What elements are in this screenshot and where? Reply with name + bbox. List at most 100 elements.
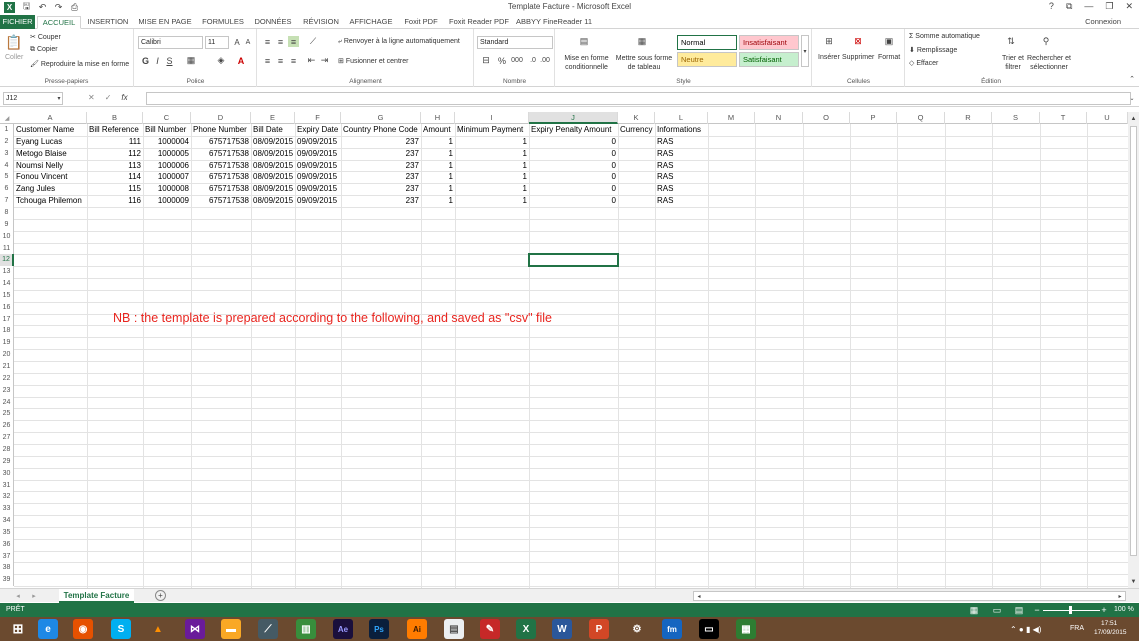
table-cell[interactable]: RAS (655, 148, 708, 160)
row-header-38[interactable]: 38 (0, 562, 14, 575)
column-header-q[interactable]: Q (897, 112, 945, 124)
table-cell[interactable]: 09/09/2015 (295, 183, 341, 195)
app-icon[interactable]: ⟋ (258, 619, 278, 639)
table-cell[interactable]: RAS (655, 136, 708, 148)
autosum-button[interactable]: Σ Somme automatique (909, 33, 980, 40)
row-header-22[interactable]: 22 (0, 372, 14, 385)
header-cell[interactable]: Customer Name (14, 124, 87, 136)
after-effects-icon[interactable]: Ae (333, 619, 353, 639)
column-header-h[interactable]: H (421, 112, 455, 124)
column-header-m[interactable]: M (708, 112, 755, 124)
cancel-icon[interactable]: ✕ (88, 93, 95, 102)
table-cell[interactable]: Tchouga Philemon (14, 195, 87, 207)
clock-date[interactable]: 17/09/2015 (1094, 629, 1127, 636)
row-header-3[interactable]: 3 (0, 147, 14, 160)
table-cell[interactable]: 0 (529, 160, 618, 172)
style-bad[interactable]: Insatisfaisant (739, 35, 799, 50)
paste-button[interactable]: Coller (5, 54, 23, 61)
table-cell[interactable]: 675717538 (191, 148, 251, 160)
insert-function-button[interactable]: fx (121, 93, 127, 102)
column-header-n[interactable]: N (755, 112, 803, 124)
row-header-37[interactable]: 37 (0, 550, 14, 563)
row-header-17[interactable]: 17 (0, 313, 14, 326)
maximize-button[interactable]: ❐ (1105, 1, 1113, 12)
vertical-scrollbar[interactable]: ▲ ▼ (1128, 112, 1139, 588)
tab-home[interactable]: ACCUEIL (37, 16, 81, 29)
style-good[interactable]: Satisfaisant (739, 52, 799, 67)
font-name-select[interactable]: Calibri (138, 36, 203, 49)
tray-icons[interactable]: ⌃ ● ▮ ◀) (1010, 625, 1041, 634)
row-header-19[interactable]: 19 (0, 337, 14, 350)
decrease-decimal-icon[interactable]: .00 (540, 55, 550, 66)
row-header-25[interactable]: 25 (0, 408, 14, 421)
clear-button[interactable]: ◇ Effacer (909, 59, 938, 67)
format-as-table-button[interactable]: Mettre sous forme de tableau (614, 54, 674, 72)
underline-button[interactable]: S (165, 55, 174, 66)
table-cell[interactable]: 675717538 (191, 183, 251, 195)
close-button[interactable]: ✕ (1125, 1, 1133, 12)
table-cell[interactable]: 1 (421, 148, 455, 160)
table-cell[interactable]: 237 (341, 148, 421, 160)
ribbon-display-button[interactable]: ⧉ (1066, 1, 1072, 12)
header-cell[interactable]: Phone Number (191, 124, 251, 136)
table-cell[interactable]: 1000007 (143, 171, 191, 183)
table-cell[interactable]: 08/09/2015 (251, 195, 295, 207)
row-header-9[interactable]: 9 (0, 218, 14, 231)
number-format-select[interactable]: Standard (477, 36, 553, 49)
app2-icon[interactable]: ⚙ (627, 619, 647, 639)
powerpoint-icon[interactable]: P (589, 619, 609, 639)
table-cell[interactable]: 08/09/2015 (251, 136, 295, 148)
table-cell[interactable]: 0 (529, 148, 618, 160)
paint-icon[interactable]: ✎ (480, 619, 500, 639)
header-cell[interactable]: Bill Number (143, 124, 191, 136)
table-cell[interactable]: 0 (529, 171, 618, 183)
increase-decimal-icon[interactable]: .0 (528, 55, 538, 66)
row-header-26[interactable]: 26 (0, 420, 14, 433)
table-cell[interactable]: RAS (655, 160, 708, 172)
table-cell[interactable]: 09/09/2015 (295, 136, 341, 148)
file-explorer-icon[interactable]: ▬ (221, 619, 241, 639)
table-cell[interactable]: RAS (655, 195, 708, 207)
format-table-icon[interactable]: ▦ (634, 33, 650, 49)
align-right-icon[interactable]: ≡ (288, 55, 299, 66)
header-cell[interactable]: Minimum Payment (455, 124, 529, 136)
styles-more-icon[interactable]: ▾ (801, 35, 809, 67)
column-header-k[interactable]: K (618, 112, 655, 124)
table-cell[interactable]: 1 (421, 195, 455, 207)
clock-time[interactable]: 17:51 (1101, 620, 1117, 627)
tab-formulas[interactable]: FORMULES (198, 16, 248, 29)
row-header-7[interactable]: 7 (0, 195, 14, 208)
table-cell[interactable]: 0 (529, 195, 618, 207)
app3-icon[interactable]: ▦ (736, 619, 756, 639)
table-cell[interactable]: 08/09/2015 (251, 160, 295, 172)
align-center-icon[interactable]: ≡ (275, 55, 286, 66)
spreadsheet-grid[interactable]: ABCDEFGHIJKLMNOPQRSTU 1 2 3 4 5 6 7 8 9 10 11 12 13 1… (0, 112, 1139, 588)
table-cell[interactable]: 1 (455, 171, 529, 183)
cut-button[interactable]: ✂ Couper (30, 33, 61, 41)
table-cell[interactable]: 1 (455, 136, 529, 148)
table-cell[interactable]: 1 (421, 183, 455, 195)
visual-studio-icon[interactable]: ⋈ (185, 619, 205, 639)
table-cell[interactable]: 115 (87, 183, 143, 195)
orientation-icon[interactable]: ⟋ (306, 36, 320, 47)
tab-foxit-reader-pdf[interactable]: Foxit Reader PDF (446, 16, 512, 29)
insert-cells-icon[interactable]: ⊞ (821, 33, 837, 49)
column-header-i[interactable]: I (455, 112, 529, 124)
table-cell[interactable]: 09/09/2015 (295, 148, 341, 160)
table-cell[interactable]: 1 (455, 160, 529, 172)
table-cell[interactable]: 113 (87, 160, 143, 172)
italic-button[interactable]: I (153, 55, 162, 66)
row-header-39[interactable]: 39 (0, 574, 14, 587)
help-button[interactable]: ? (1049, 1, 1054, 12)
table-cell[interactable]: 0 (529, 183, 618, 195)
table-cell[interactable]: 1 (455, 183, 529, 195)
table-cell[interactable]: 111 (87, 136, 143, 148)
align-bottom-icon[interactable]: ≡ (288, 36, 299, 47)
shrink-font-icon[interactable]: A (243, 37, 253, 48)
tab-review[interactable]: RÉVISION (298, 16, 344, 29)
table-cell[interactable]: 09/09/2015 (295, 171, 341, 183)
language-indicator[interactable]: FRA (1070, 625, 1084, 632)
column-header-d[interactable]: D (191, 112, 251, 124)
row-header-12[interactable]: 12 (0, 254, 14, 267)
table-cell[interactable]: 1000009 (143, 195, 191, 207)
